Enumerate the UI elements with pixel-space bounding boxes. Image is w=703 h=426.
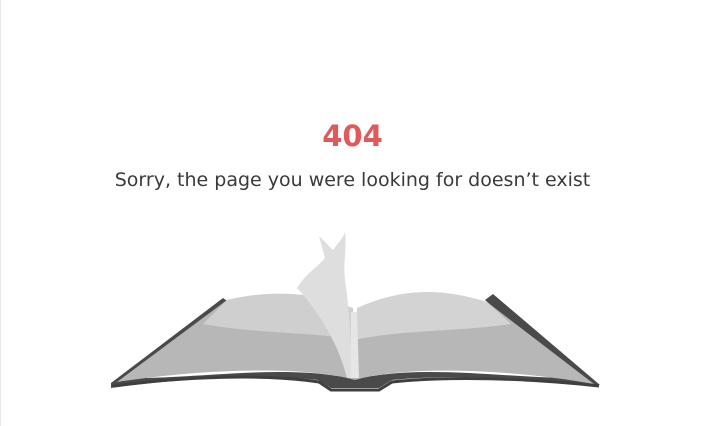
- error-message: Sorry, the page you were looking for doe…: [114, 169, 591, 191]
- open-book-icon: [111, 232, 600, 392]
- error-code: 404: [322, 119, 383, 153]
- error-page: 404 Sorry, the page you were looking for…: [0, 0, 703, 426]
